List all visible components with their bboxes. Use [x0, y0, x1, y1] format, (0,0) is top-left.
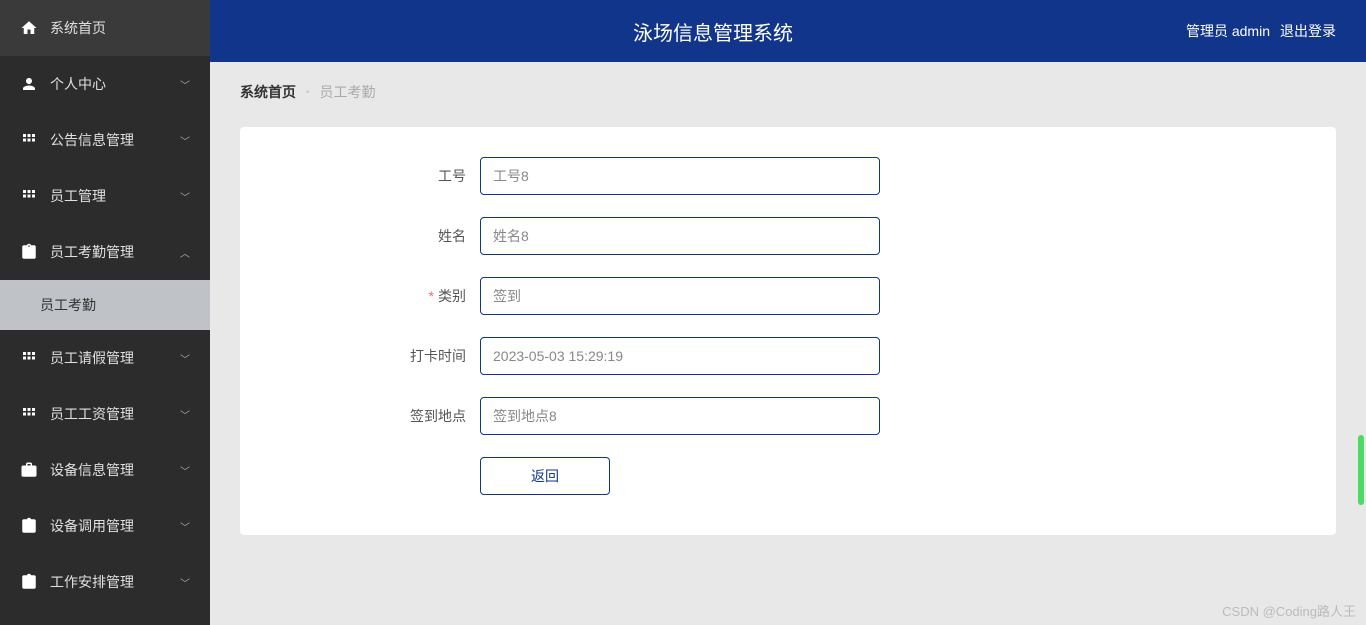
- breadcrumb-separator: ▪: [306, 87, 310, 98]
- breadcrumb: 系统首页 ▪ 员工考勤: [210, 62, 1366, 112]
- sidebar-item-work-schedule[interactable]: 工作安排管理 ﹀: [0, 554, 210, 610]
- header-right: 管理员 admin 退出登录: [1186, 21, 1336, 41]
- chevron-down-icon: ﹀: [180, 351, 190, 366]
- sidebar-item-label: 系统首页: [50, 18, 190, 38]
- grid-icon: [20, 131, 38, 149]
- chevron-down-icon: ﹀: [180, 575, 190, 590]
- clipboard-icon: [20, 517, 38, 535]
- form-row-clock-time: 打卡时间 2023-05-03 15:29:19: [280, 337, 1296, 375]
- grid-icon: [20, 187, 38, 205]
- briefcase-icon: [20, 461, 38, 479]
- sidebar-item-profile[interactable]: 个人中心 ﹀: [0, 56, 210, 112]
- sidebar-item-label: 员工工资管理: [50, 404, 180, 424]
- sidebar: 系统首页 个人中心 ﹀ 公告信息管理 ﹀ 员工管理 ﹀ 员工考勤管理 ︿ 员工考…: [0, 0, 210, 625]
- user-label: 管理员 admin: [1186, 21, 1270, 41]
- clipboard-icon: [20, 573, 38, 591]
- scroll-indicator: [1358, 435, 1364, 505]
- breadcrumb-current: 员工考勤: [320, 82, 376, 102]
- chevron-down-icon: ﹀: [180, 463, 190, 478]
- form-label: 工号: [280, 166, 480, 186]
- form-label: 签到地点: [280, 406, 480, 426]
- watermark: CSDN @Coding路人王: [1222, 601, 1356, 620]
- main-content: 泳场信息管理系统 管理员 admin 退出登录 系统首页 ▪ 员工考勤 工号 工…: [210, 0, 1366, 625]
- chevron-down-icon: ﹀: [180, 407, 190, 422]
- grid-icon: [20, 349, 38, 367]
- form-row-employee-id: 工号 工号8: [280, 157, 1296, 195]
- chevron-down-icon: ﹀: [180, 133, 190, 148]
- clipboard-icon: [20, 243, 38, 261]
- sidebar-item-label: 员工管理: [50, 186, 180, 206]
- form-row-location: 签到地点 签到地点8: [280, 397, 1296, 435]
- grid-icon: [20, 405, 38, 423]
- sidebar-item-leave[interactable]: 员工请假管理 ﹀: [0, 330, 210, 386]
- sidebar-item-label: 设备信息管理: [50, 460, 180, 480]
- sidebar-subitem-attendance[interactable]: 员工考勤: [0, 280, 210, 330]
- chevron-down-icon: ﹀: [180, 519, 190, 534]
- home-icon: [20, 19, 38, 37]
- form-button-row: 返回: [280, 457, 1296, 495]
- category-field[interactable]: 签到: [480, 277, 880, 315]
- sidebar-item-label: 设备调用管理: [50, 516, 180, 536]
- chevron-down-icon: ﹀: [180, 189, 190, 204]
- sidebar-item-salary[interactable]: 员工工资管理 ﹀: [0, 386, 210, 442]
- back-button[interactable]: 返回: [480, 457, 610, 495]
- header: 泳场信息管理系统 管理员 admin 退出登录: [210, 0, 1366, 62]
- location-field[interactable]: 签到地点8: [480, 397, 880, 435]
- sidebar-item-equipment[interactable]: 设备信息管理 ﹀: [0, 442, 210, 498]
- chevron-down-icon: ﹀: [180, 77, 190, 92]
- name-field[interactable]: 姓名8: [480, 217, 880, 255]
- page-title: 泳场信息管理系统: [240, 17, 1186, 46]
- clock-time-field[interactable]: 2023-05-03 15:29:19: [480, 337, 880, 375]
- sidebar-item-label: 公告信息管理: [50, 130, 180, 150]
- sidebar-item-label: 员工考勤管理: [50, 242, 180, 262]
- sidebar-item-home[interactable]: 系统首页: [0, 0, 210, 56]
- sidebar-item-label: 工作安排管理: [50, 572, 180, 592]
- sidebar-item-equipment-use[interactable]: 设备调用管理 ﹀: [0, 498, 210, 554]
- form-row-category: *类别 签到: [280, 277, 1296, 315]
- required-mark: *: [429, 288, 434, 304]
- breadcrumb-home[interactable]: 系统首页: [240, 82, 296, 102]
- form-label: 姓名: [280, 226, 480, 246]
- sidebar-item-label: 个人中心: [50, 74, 180, 94]
- chevron-up-icon: ︿: [180, 245, 190, 260]
- user-icon: [20, 75, 38, 93]
- sidebar-subitem-label: 员工考勤: [40, 295, 96, 315]
- form-card: 工号 工号8 姓名 姓名8 *类别 签到 打卡时间 2023-05-03 15:…: [240, 127, 1336, 535]
- form-row-name: 姓名 姓名8: [280, 217, 1296, 255]
- form-label: 打卡时间: [280, 346, 480, 366]
- sidebar-item-label: 员工请假管理: [50, 348, 180, 368]
- form-label: *类别: [280, 286, 480, 306]
- logout-link[interactable]: 退出登录: [1280, 21, 1336, 41]
- sidebar-item-announcement[interactable]: 公告信息管理 ﹀: [0, 112, 210, 168]
- sidebar-item-employee[interactable]: 员工管理 ﹀: [0, 168, 210, 224]
- employee-id-field[interactable]: 工号8: [480, 157, 880, 195]
- sidebar-item-attendance[interactable]: 员工考勤管理 ︿: [0, 224, 210, 280]
